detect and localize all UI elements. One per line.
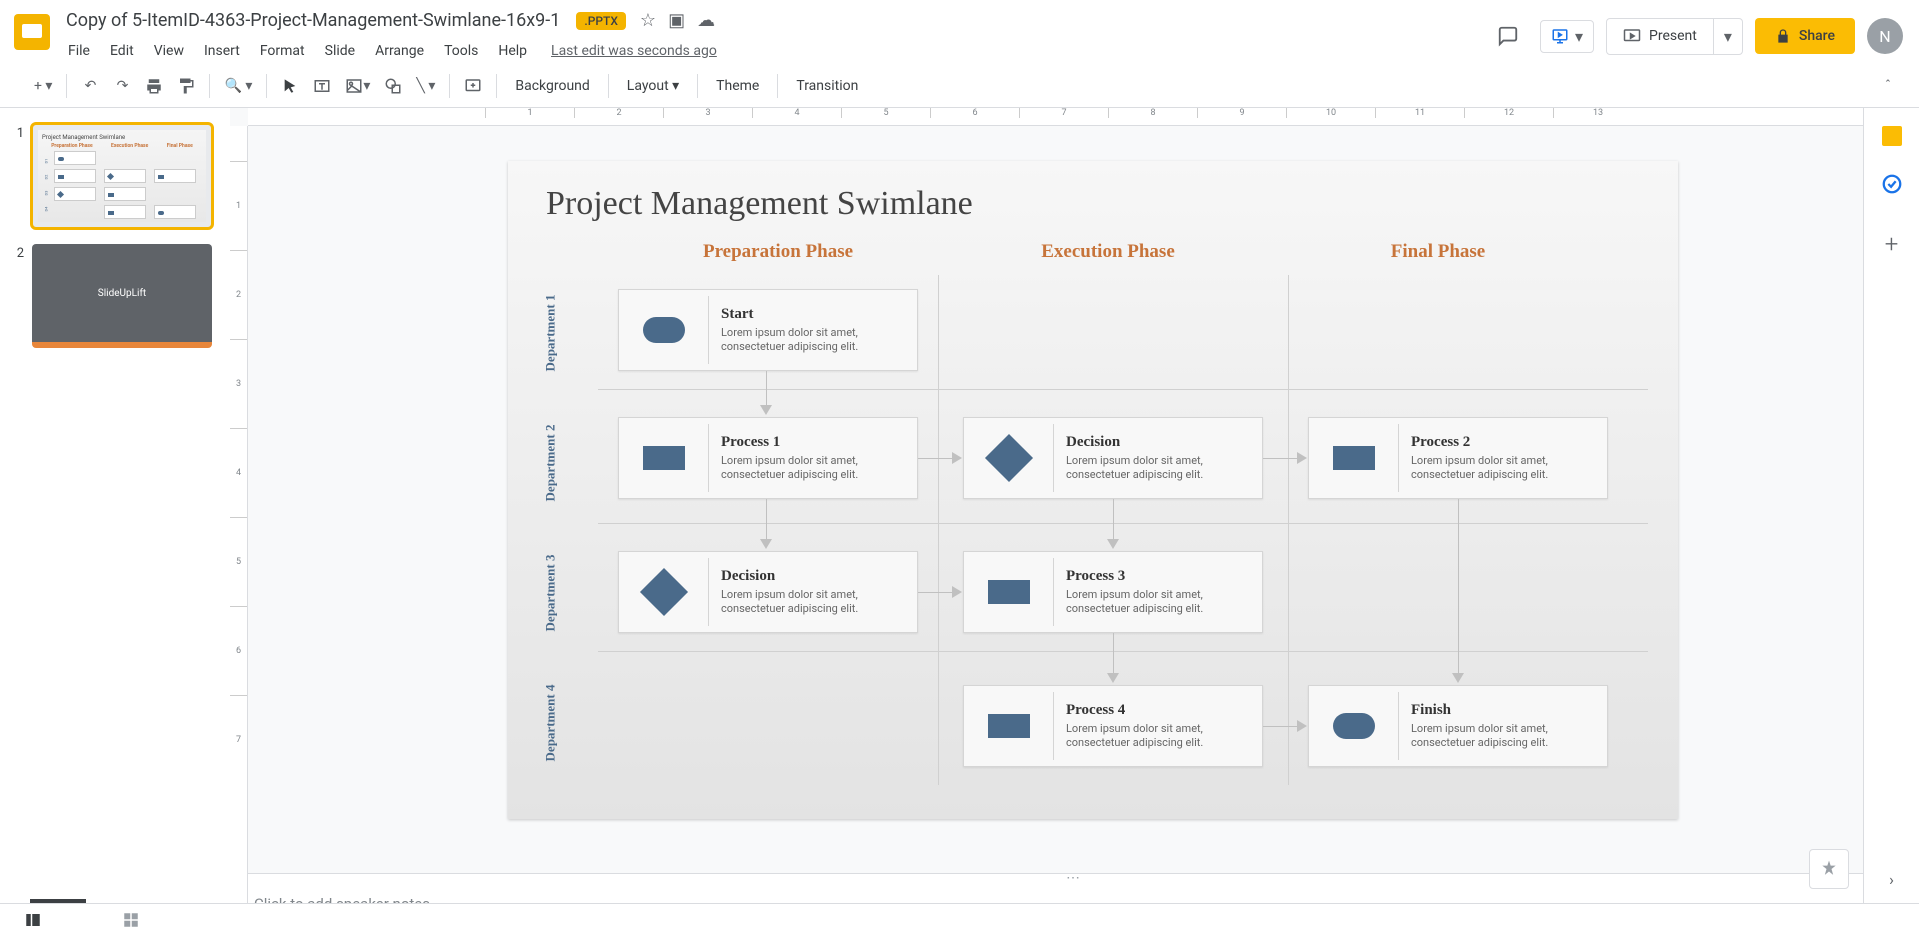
lane-divider [598, 523, 1648, 524]
oval-shape-icon [1333, 713, 1375, 739]
rect-shape-icon [1333, 446, 1375, 470]
undo-icon[interactable]: ↶ [75, 71, 105, 101]
header-bar: Copy of 5-ItemID-4363-Project-Management… [0, 0, 1919, 64]
horizontal-ruler[interactable]: 12345678910111213 [248, 108, 1919, 126]
slide-number: 2 [8, 244, 24, 348]
grid-view-icon[interactable] [122, 911, 140, 933]
explore-button[interactable] [1809, 849, 1849, 889]
doc-title[interactable]: Copy of 5-ItemID-4363-Project-Management… [60, 8, 566, 33]
add-addon-icon[interactable]: + [1880, 232, 1904, 256]
menu-insert[interactable]: Insert [196, 39, 248, 63]
user-avatar[interactable]: N [1867, 18, 1903, 54]
header-right: ▾ Present ▾ Share N [1488, 16, 1903, 56]
main-area: 1 Project Management Swimlane Preparatio… [0, 108, 1919, 939]
menu-tools[interactable]: Tools [436, 39, 486, 63]
vertical-ruler[interactable]: 1234567 [230, 126, 248, 939]
menu-help[interactable]: Help [490, 39, 535, 63]
phase-label-3[interactable]: Final Phase [1278, 241, 1598, 263]
dept-label-2[interactable]: Department 2 [542, 425, 558, 502]
background-button[interactable]: Background [505, 72, 599, 100]
swimlane-body: Department 1 Department 2 Department 3 D… [508, 275, 1678, 805]
title-area: Copy of 5-ItemID-4363-Project-Management… [60, 8, 1488, 63]
present-dropdown[interactable]: ▾ [1713, 19, 1742, 54]
card-decision2[interactable]: DecisionLorem ipsum dolor sit amet, cons… [618, 551, 918, 633]
menu-view[interactable]: View [146, 39, 192, 63]
present-button[interactable]: Present [1607, 19, 1713, 54]
textbox-icon[interactable] [307, 71, 337, 101]
menu-arrange[interactable]: Arrange [367, 39, 432, 63]
present-button-group: Present ▾ [1606, 18, 1743, 55]
new-slide-button[interactable]: + ▾ [28, 71, 58, 101]
dept-label-1[interactable]: Department 1 [542, 295, 558, 372]
rect-shape-icon [988, 714, 1030, 738]
app-logo[interactable] [12, 12, 52, 52]
lane-divider [598, 389, 1648, 390]
diamond-shape-icon [984, 434, 1032, 482]
notes-resize-handle[interactable]: ⋯ [230, 873, 1919, 881]
slide-thumbnail-1[interactable]: Project Management Swimlane Preparation … [32, 124, 212, 228]
share-button[interactable]: Share [1755, 18, 1855, 54]
card-decision1[interactable]: DecisionLorem ipsum dolor sit amet, cons… [963, 417, 1263, 499]
rect-shape-icon [988, 580, 1030, 604]
bottom-bar [0, 903, 1919, 939]
dept-label-4[interactable]: Department 4 [542, 685, 558, 762]
card-start[interactable]: StartLorem ipsum dolor sit amet, consect… [618, 289, 918, 371]
print-icon[interactable] [139, 71, 169, 101]
cloud-icon[interactable]: ☁ [697, 10, 715, 31]
star-icon[interactable]: ☆ [640, 10, 656, 31]
image-icon[interactable]: ▾ [339, 71, 376, 101]
phase-label-2[interactable]: Execution Phase [938, 241, 1278, 263]
comments-icon[interactable] [1488, 16, 1528, 56]
file-type-badge: .PPTX [576, 12, 626, 30]
filmstrip-view-icon[interactable] [24, 911, 42, 933]
rect-shape-icon [643, 446, 685, 470]
line-icon[interactable]: ╲ ▾ [410, 71, 441, 101]
comment-add-icon[interactable] [458, 71, 488, 101]
toolbar: + ▾ ↶ ↷ 🔍 ▾ ▾ ╲ ▾ Background Layout ▾ Th… [0, 64, 1919, 108]
phase-divider [938, 275, 939, 785]
move-icon[interactable]: ▣ [668, 10, 685, 31]
card-process3[interactable]: Process 3Lorem ipsum dolor sit amet, con… [963, 551, 1263, 633]
phases-header: Preparation Phase Execution Phase Final … [508, 241, 1678, 263]
menu-slide[interactable]: Slide [317, 39, 363, 63]
card-finish[interactable]: FinishLorem ipsum dolor sit amet, consec… [1308, 685, 1608, 767]
oval-shape-icon [643, 317, 685, 343]
layout-button[interactable]: Layout ▾ [617, 72, 689, 100]
zoom-icon[interactable]: 🔍 ▾ [218, 71, 258, 101]
diamond-shape-icon [639, 568, 687, 616]
phase-label-1[interactable]: Preparation Phase [618, 241, 938, 263]
keep-icon[interactable] [1880, 124, 1904, 148]
slide-thumbnail-2[interactable]: SlideUpLift [32, 244, 212, 348]
menu-format[interactable]: Format [252, 39, 313, 63]
select-tool-icon[interactable] [275, 71, 305, 101]
dept-label-3[interactable]: Department 3 [542, 555, 558, 632]
menu-edit[interactable]: Edit [102, 39, 142, 63]
menu-file[interactable]: File [60, 39, 98, 63]
menubar: File Edit View Insert Format Slide Arran… [60, 39, 1488, 63]
card-process2[interactable]: Process 2Lorem ipsum dolor sit amet, con… [1308, 417, 1608, 499]
phase-divider [1288, 275, 1289, 785]
slide-canvas[interactable]: Project Management Swimlane Preparation … [508, 161, 1678, 819]
shape-icon[interactable] [378, 71, 408, 101]
side-panel: + › [1863, 108, 1919, 903]
slide-title[interactable]: Project Management Swimlane [508, 161, 1678, 223]
slideshow-button[interactable]: ▾ [1540, 20, 1594, 53]
collapse-toolbar-icon[interactable]: ˆ [1873, 71, 1903, 101]
transition-button[interactable]: Transition [786, 72, 868, 100]
card-process1[interactable]: Process 1Lorem ipsum dolor sit amet, con… [618, 417, 918, 499]
theme-button[interactable]: Theme [706, 72, 769, 100]
hide-sidepanel-icon[interactable]: › [1880, 867, 1904, 891]
slide-filmstrip[interactable]: 1 Project Management Swimlane Preparatio… [0, 108, 230, 939]
tasks-icon[interactable] [1880, 172, 1904, 196]
canvas-area: 12345678910111213 1234567 Project Manage… [230, 108, 1919, 939]
last-edit-link[interactable]: Last edit was seconds ago [551, 39, 717, 63]
redo-icon[interactable]: ↷ [107, 71, 137, 101]
lane-divider [598, 651, 1648, 652]
paint-format-icon[interactable] [171, 71, 201, 101]
card-process4[interactable]: Process 4Lorem ipsum dolor sit amet, con… [963, 685, 1263, 767]
slide-number: 1 [8, 124, 24, 228]
canvas-scroll[interactable]: Project Management Swimlane Preparation … [248, 126, 1919, 873]
